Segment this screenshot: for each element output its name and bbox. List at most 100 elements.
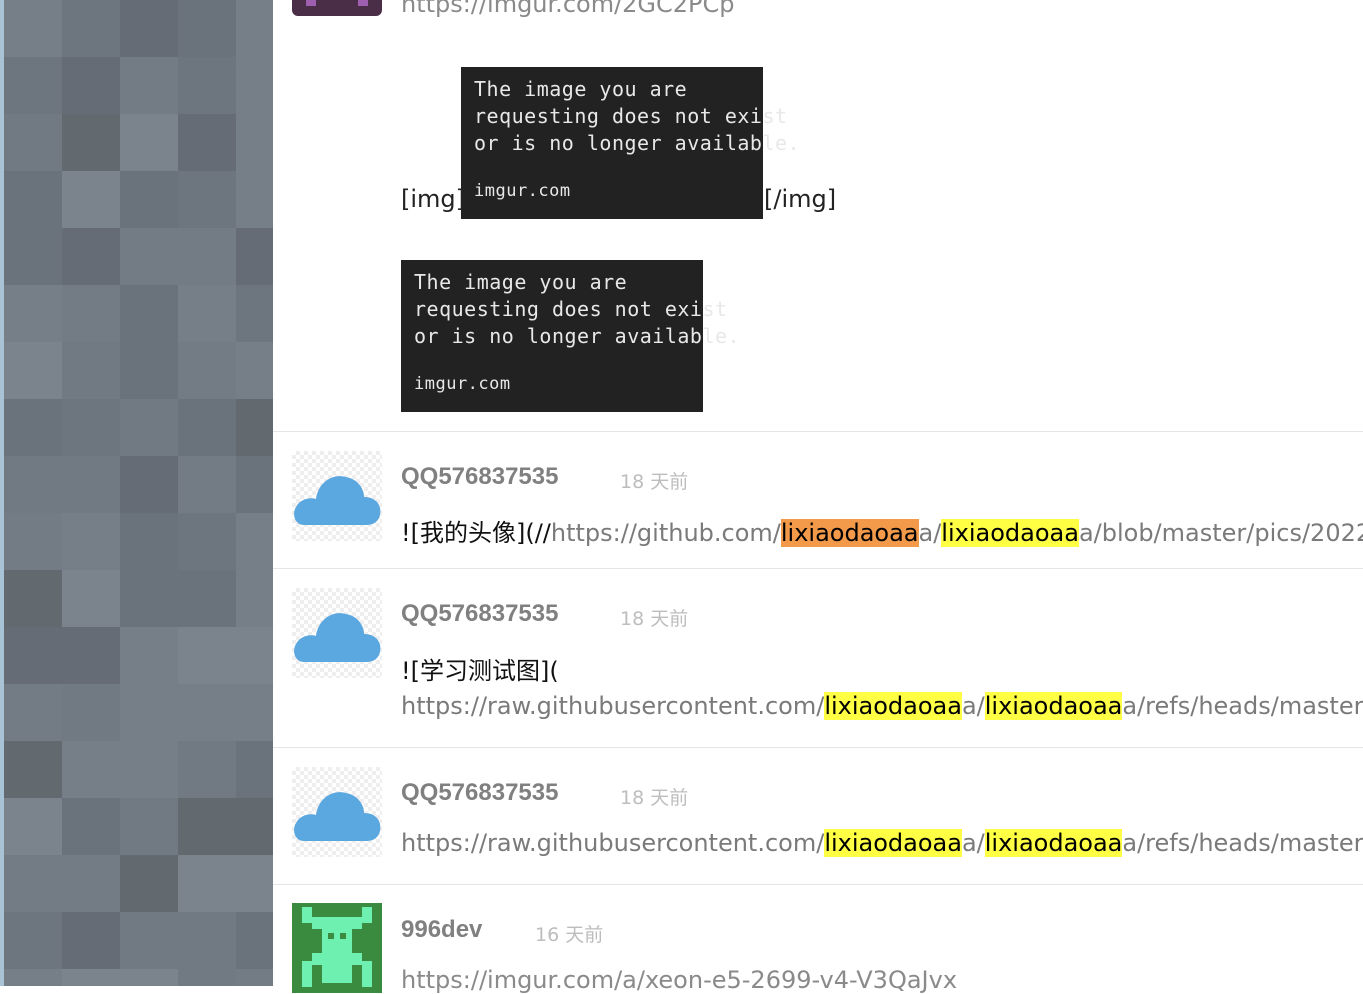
cloud-icon: [294, 613, 381, 662]
bg-tile: [62, 627, 120, 685]
bg-tile: [4, 855, 62, 913]
bg-tile: [178, 855, 236, 913]
bg-tile: [236, 684, 273, 742]
bg-tile: [4, 798, 62, 856]
side-background: [0, 0, 273, 986]
bg-tile: [62, 228, 120, 286]
highlight-match: lixiaodaoaa: [984, 829, 1123, 857]
bg-tile: [236, 171, 273, 229]
bg-tile: [178, 57, 236, 115]
timestamp: 18 天前: [620, 608, 689, 630]
bg-tile: [62, 855, 120, 913]
url-mid: a/: [918, 519, 942, 547]
bg-tile: [236, 741, 273, 799]
comment-link[interactable]: https://raw.githubusercontent.com/lixiao…: [401, 829, 1363, 857]
bg-tile: [4, 114, 62, 172]
divider: [273, 884, 1363, 885]
username[interactable]: QQ576837535: [401, 600, 558, 628]
bg-tile: [4, 57, 62, 115]
bg-tile: [236, 399, 273, 457]
url-rest: a/refs/heads/master/pi: [1122, 692, 1363, 720]
username[interactable]: QQ576837535: [401, 463, 558, 491]
bg-tile: [120, 114, 178, 172]
bg-tile: [62, 912, 120, 970]
bg-tile: [62, 969, 120, 986]
bg-tile: [236, 456, 273, 514]
bg-tile: [120, 57, 178, 115]
timestamp: 18 天前: [620, 787, 689, 809]
bg-tile: [120, 399, 178, 457]
bg-tile: [4, 969, 62, 986]
img-open-tag: [img]: [401, 185, 466, 213]
bg-tile: [120, 684, 178, 742]
bg-tile: [236, 855, 273, 913]
post-link[interactable]: https://imgur.com/2GC2PCp: [401, 0, 735, 18]
bg-tile: [178, 456, 236, 514]
bg-tile: [120, 798, 178, 856]
img-close-tag: [/img]: [764, 185, 837, 213]
bg-tile: [120, 513, 178, 571]
bg-tile: [120, 228, 178, 286]
bg-tile: [4, 456, 62, 514]
url-rest: a/refs/heads/master/pi: [1122, 829, 1363, 857]
highlight-match: lixiaodaoaa: [941, 519, 1079, 547]
broken-image[interactable]: The image you are requesting does not ex…: [461, 67, 800, 219]
bg-tile: [120, 741, 178, 799]
url-start: https://github.com/: [550, 519, 781, 547]
url-mid: a/: [961, 692, 985, 720]
bg-tile: [236, 285, 273, 343]
username[interactable]: 996dev: [401, 916, 482, 944]
comment-link[interactable]: https://imgur.com/a/xeon-e5-2699-v4-V3Qa…: [401, 966, 957, 994]
bg-tile: [62, 171, 120, 229]
bg-tile: [62, 0, 120, 58]
comment-text: ![学习测试图](: [401, 657, 559, 685]
bg-tile: [178, 285, 236, 343]
broken-image-message: The image you are requesting does not ex…: [474, 77, 801, 155]
bg-tile: [178, 171, 236, 229]
url-start: https://raw.githubusercontent.com/: [401, 692, 825, 720]
bg-tile: [178, 912, 236, 970]
broken-image[interactable]: The image you are requesting does not ex…: [401, 260, 740, 412]
comment-link[interactable]: https://raw.githubusercontent.com/lixiao…: [401, 692, 1363, 720]
cloud-icon: [294, 476, 381, 525]
avatar[interactable]: [292, 451, 382, 541]
username[interactable]: QQ576837535: [401, 779, 558, 807]
bg-tile: [120, 171, 178, 229]
bg-tile: [178, 570, 236, 628]
bg-tile: [120, 342, 178, 400]
bg-tile: [178, 684, 236, 742]
comment-body: https://raw.githubusercontent.com/lixiao…: [401, 829, 1363, 857]
bg-tile: [62, 399, 120, 457]
bg-tile: [120, 912, 178, 970]
bg-tile: [4, 570, 62, 628]
url-mid: a/: [961, 829, 985, 857]
bg-tile: [120, 0, 178, 58]
bg-tile: [62, 513, 120, 571]
bg-tile: [62, 57, 120, 115]
bg-tile: [4, 741, 62, 799]
avatar[interactable]: [292, 0, 382, 16]
cloud-icon: [294, 792, 381, 841]
bg-tile: [178, 741, 236, 799]
bg-tile: [62, 285, 120, 343]
bg-tile: [178, 798, 236, 856]
bg-tile: [236, 570, 273, 628]
broken-image-message: The image you are requesting does not ex…: [414, 270, 741, 348]
avatar[interactable]: [292, 588, 382, 678]
bg-tile: [4, 912, 62, 970]
bg-tile: [62, 741, 120, 799]
avatar-pixel: [358, 0, 368, 6]
avatar[interactable]: [292, 903, 382, 993]
bg-tile: [120, 969, 178, 986]
bg-tile: [4, 399, 62, 457]
bg-tile: [4, 228, 62, 286]
bg-tile: [178, 399, 236, 457]
bg-tile: [4, 627, 62, 685]
bg-tile: [236, 798, 273, 856]
comment-link[interactable]: https://github.com/lixiaodaoaaa/lixiaoda…: [551, 519, 1363, 547]
bg-tile: [178, 342, 236, 400]
avatar[interactable]: [292, 767, 382, 857]
bg-tile: [4, 342, 62, 400]
comment-prefix: ![我的头像](//: [401, 519, 551, 547]
bg-tile: [236, 627, 273, 685]
